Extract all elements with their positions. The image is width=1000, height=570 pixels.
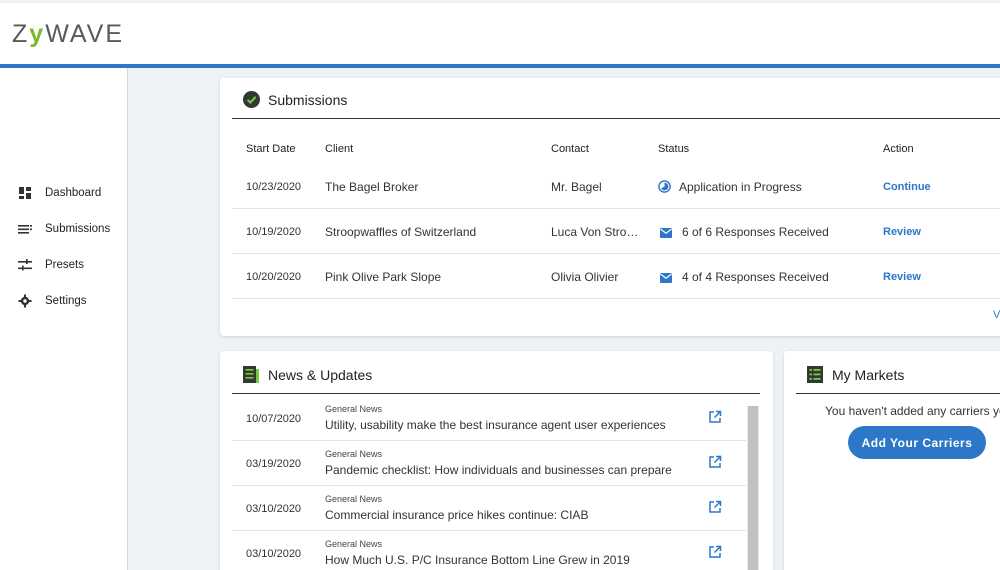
contact-cell: Olivia Olivier — [551, 269, 619, 284]
markets-title: My Markets — [832, 366, 905, 383]
divider — [232, 393, 760, 394]
news-item[interactable]: 03/10/2020 General News Commercial insur… — [232, 486, 746, 531]
news-headline[interactable]: Pandemic checklist: How individuals and … — [325, 463, 672, 477]
column-header-action: Action — [883, 143, 914, 155]
sidebar-item-label: Submissions — [45, 223, 111, 235]
column-header-start-date[interactable]: Start Date — [246, 143, 296, 155]
start-date-cell: 10/23/2020 — [246, 180, 302, 193]
add-carriers-button[interactable]: Add Your Carriers — [848, 426, 986, 459]
contact-cell: Luca Von Stro… — [551, 224, 639, 239]
client-cell: Pink Olive Park Slope — [325, 269, 442, 284]
sidebar — [0, 68, 128, 570]
sidebar-item-settings[interactable]: Settings — [18, 291, 87, 311]
zywave-logo[interactable]: ZyWAVE — [12, 20, 124, 49]
status-cell: 6 of 6 Responses Received — [660, 209, 829, 254]
sidebar-item-label: Presets — [45, 259, 84, 271]
column-header-client[interactable]: Client — [325, 143, 353, 155]
sidebar-item-submissions[interactable]: Submissions — [18, 219, 110, 239]
column-header-contact[interactable]: Contact — [551, 143, 589, 155]
news-category: General News — [325, 539, 383, 549]
sidebar-item-presets[interactable]: Presets — [18, 255, 84, 275]
news-item[interactable]: 10/07/2020 General News Utility, usabili… — [232, 396, 746, 441]
progress-icon — [658, 180, 671, 193]
news-headline[interactable]: How Much U.S. P/C Insurance Bottom Line … — [325, 553, 630, 567]
news-date: 03/10/2020 — [246, 547, 302, 560]
list-box-icon — [807, 366, 823, 383]
table-row[interactable]: 10/19/2020 Stroopwaffles of Switzerland … — [232, 209, 1000, 254]
newspaper-icon — [243, 366, 259, 383]
table-row[interactable]: 10/20/2020 Pink Olive Park Slope Olivia … — [232, 254, 1000, 299]
empty-state-text: You haven't added any carriers ye — [825, 404, 1000, 418]
news-category: General News — [325, 449, 383, 459]
news-category: General News — [325, 404, 383, 414]
review-link[interactable]: Review — [883, 209, 921, 254]
status-text: Application in Progress — [679, 179, 802, 194]
divider — [232, 118, 1000, 119]
news-date: 03/19/2020 — [246, 457, 302, 470]
contact-cell: Mr. Bagel — [551, 179, 602, 194]
news-headline[interactable]: Commercial insurance price hikes continu… — [325, 508, 588, 522]
column-header-status[interactable]: Status — [658, 143, 689, 155]
client-cell: Stroopwaffles of Switzerland — [325, 224, 477, 239]
sidebar-item-label: Settings — [45, 295, 87, 307]
status-text: 4 of 4 Responses Received — [682, 269, 829, 284]
mail-icon — [660, 272, 672, 283]
news-item[interactable]: 03/19/2020 General News Pandemic checkli… — [232, 441, 746, 486]
external-link-icon[interactable] — [708, 500, 722, 514]
list-icon — [18, 222, 32, 236]
news-header: News & Updates — [243, 366, 372, 383]
view-all-link[interactable]: V — [993, 309, 1000, 321]
scrollbar-thumb[interactable] — [748, 406, 758, 570]
news-category: General News — [325, 494, 383, 504]
news-date: 03/10/2020 — [246, 502, 302, 515]
gear-icon — [18, 294, 32, 308]
dashboard-icon — [18, 186, 32, 200]
markets-card — [784, 351, 1000, 570]
status-cell: Application in Progress — [658, 164, 802, 209]
check-circle-icon — [243, 91, 260, 108]
markets-header: My Markets — [807, 366, 904, 383]
continue-link[interactable]: Continue — [883, 164, 931, 209]
external-link-icon[interactable] — [708, 545, 722, 559]
external-link-icon[interactable] — [708, 410, 722, 424]
client-cell: The Bagel Broker — [325, 179, 419, 194]
divider — [796, 393, 1000, 394]
sidebar-item-label: Dashboard — [45, 187, 102, 199]
news-headline[interactable]: Utility, usability make the best insuran… — [325, 418, 666, 432]
top-header: ZyWAVE — [0, 0, 1000, 68]
submissions-header: Submissions — [243, 91, 347, 108]
status-text: 6 of 6 Responses Received — [682, 224, 829, 239]
status-cell: 4 of 4 Responses Received — [660, 254, 829, 299]
news-item[interactable]: 03/10/2020 General News How Much U.S. P/… — [232, 531, 746, 570]
news-title: News & Updates — [268, 366, 373, 383]
news-scrollbar[interactable] — [747, 406, 759, 570]
start-date-cell: 10/20/2020 — [246, 270, 302, 283]
sliders-icon — [18, 258, 32, 272]
news-date: 10/07/2020 — [246, 412, 302, 425]
table-row[interactable]: 10/23/2020 The Bagel Broker Mr. Bagel Ap… — [232, 164, 1000, 209]
start-date-cell: 10/19/2020 — [246, 225, 302, 238]
external-link-icon[interactable] — [708, 455, 722, 469]
submissions-title: Submissions — [268, 91, 348, 108]
mail-icon — [660, 227, 672, 238]
review-link[interactable]: Review — [883, 254, 921, 299]
sidebar-item-dashboard[interactable]: Dashboard — [18, 183, 101, 203]
